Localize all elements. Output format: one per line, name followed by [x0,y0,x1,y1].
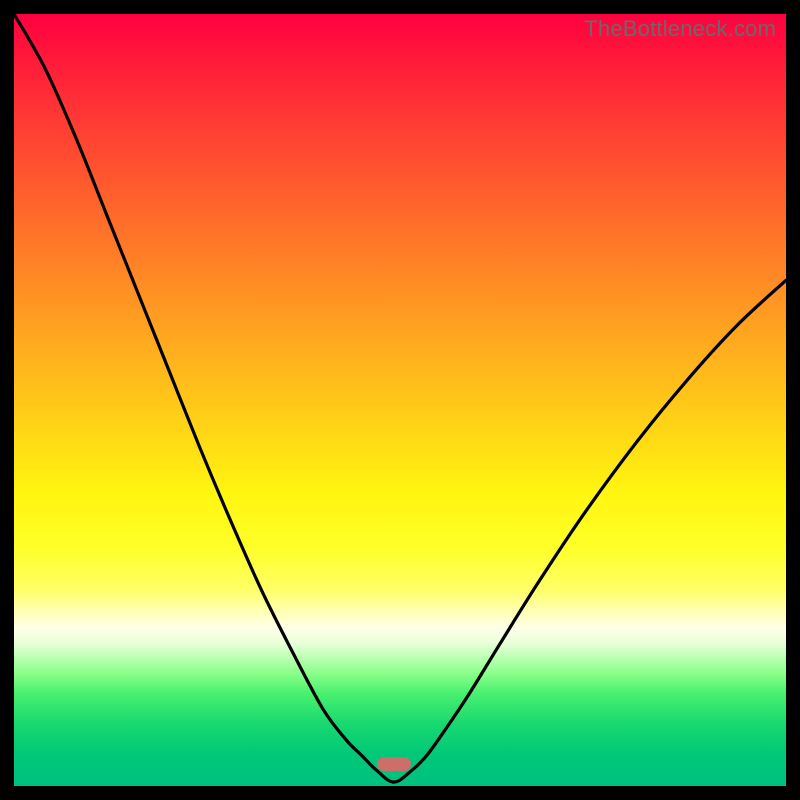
optimal-marker [377,757,411,771]
plot-area: TheBottleneck.com [14,14,786,786]
chart-frame: TheBottleneck.com [0,0,800,800]
watermark-text: TheBottleneck.com [584,16,776,42]
bottleneck-curve [14,14,786,786]
